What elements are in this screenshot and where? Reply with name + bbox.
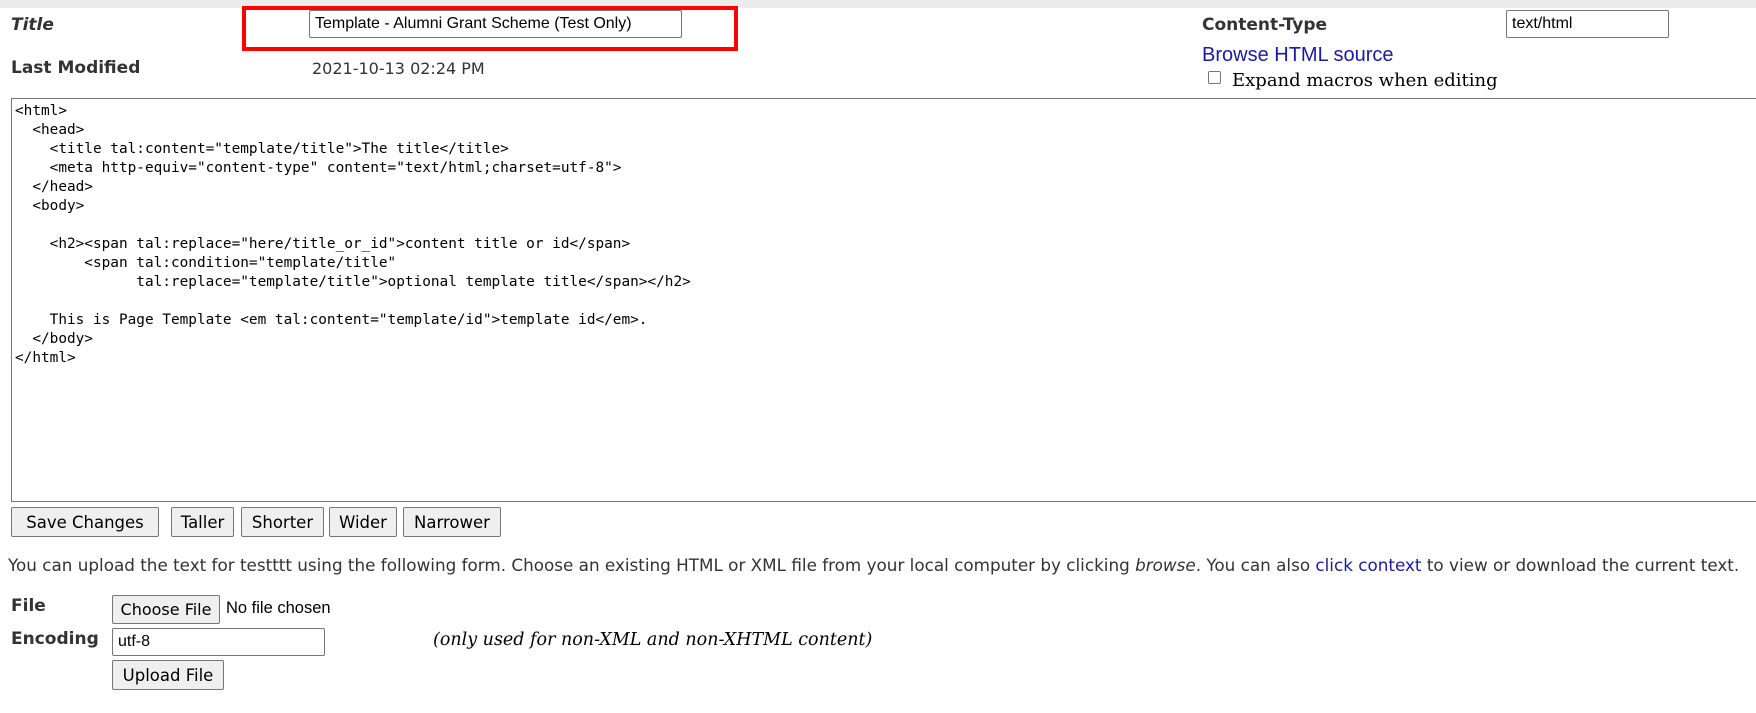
content-type-input[interactable] [1506, 10, 1669, 38]
encoding-label: Encoding [11, 629, 99, 649]
browse-html-source-link[interactable]: Browse HTML source [1202, 44, 1394, 67]
no-file-chosen-text: No file chosen [226, 599, 331, 617]
narrower-button[interactable]: Narrower [403, 507, 501, 537]
upload-text-before: You can upload the text for testttt usin… [8, 555, 1136, 575]
last-modified-label: Last Modified [11, 58, 141, 78]
upload-text-browse: browse [1135, 555, 1196, 575]
template-source-editor[interactable]: <html> <head> <title tal:content="templa… [11, 98, 1756, 502]
wider-button[interactable]: Wider [329, 507, 397, 537]
click-context-link[interactable]: click context [1315, 555, 1421, 575]
highlight-box [242, 6, 738, 51]
title-label: Title [11, 15, 54, 35]
upload-instructions: You can upload the text for testttt usin… [8, 555, 1739, 575]
upload-text-middle: . You can also [1195, 555, 1316, 575]
file-label: File [11, 596, 46, 616]
shorter-button[interactable]: Shorter [241, 507, 324, 537]
upload-file-button[interactable]: Upload File [112, 660, 224, 690]
content-type-label: Content-Type [1202, 15, 1328, 35]
encoding-input[interactable] [112, 628, 325, 656]
encoding-note: (only used for non-XML and non-XHTML con… [433, 630, 873, 650]
upload-text-after: to view or download the current text. [1421, 555, 1740, 575]
expand-macros-checkbox[interactable] [1208, 71, 1221, 84]
choose-file-button[interactable]: Choose File [112, 595, 220, 624]
taller-button[interactable]: Taller [171, 507, 234, 537]
save-changes-button[interactable]: Save Changes [11, 507, 159, 537]
last-modified-value: 2021-10-13 02:24 PM [312, 59, 485, 78]
expand-macros-label: Expand macros when editing [1232, 70, 1498, 91]
